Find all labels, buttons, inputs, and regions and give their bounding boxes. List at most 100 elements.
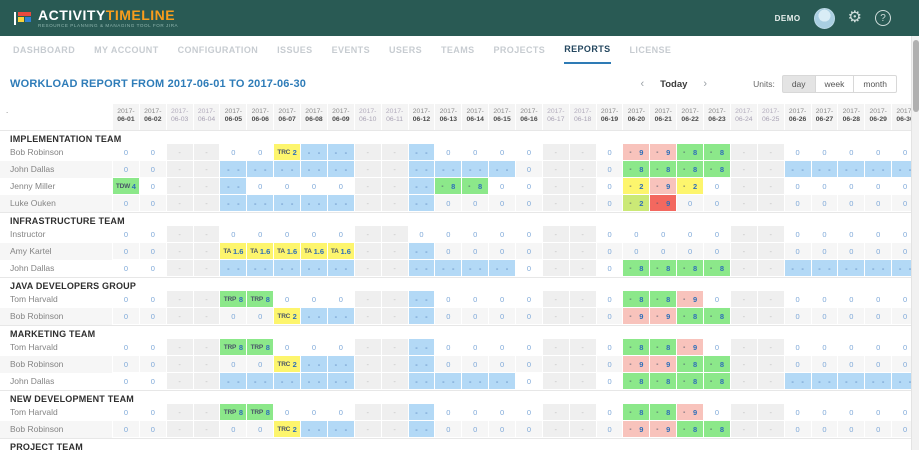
day-cell[interactable]: -- xyxy=(409,243,436,260)
day-cell[interactable]: - xyxy=(167,178,194,195)
day-cell[interactable]: 0 xyxy=(597,178,624,195)
day-cell[interactable]: - xyxy=(731,144,758,161)
day-cell[interactable]: 0 xyxy=(516,421,543,438)
day-cell[interactable]: - xyxy=(570,260,597,277)
day-cell[interactable]: - xyxy=(543,178,570,195)
day-cell[interactable]: -- xyxy=(220,260,247,277)
day-cell[interactable]: -- xyxy=(274,373,301,390)
day-cell[interactable]: - xyxy=(355,226,382,243)
day-cell[interactable]: - xyxy=(570,356,597,373)
day-cell[interactable]: -- xyxy=(328,373,355,390)
day-cell[interactable]: -9 xyxy=(677,339,704,356)
day-cell[interactable]: 0 xyxy=(435,226,462,243)
day-cell[interactable]: - xyxy=(570,421,597,438)
day-cell[interactable]: 0 xyxy=(812,144,839,161)
day-cell[interactable]: 0 xyxy=(516,356,543,373)
scrollbar-thumb[interactable] xyxy=(913,40,919,112)
day-cell[interactable]: 0 xyxy=(865,421,892,438)
day-cell[interactable]: 0 xyxy=(597,373,624,390)
day-cell[interactable]: - xyxy=(355,404,382,421)
day-cell[interactable]: - xyxy=(167,291,194,308)
day-cell[interactable]: 0 xyxy=(274,226,301,243)
day-cell[interactable]: - xyxy=(543,195,570,212)
day-cell[interactable]: 0 xyxy=(113,373,140,390)
day-cell[interactable]: 0 xyxy=(597,404,624,421)
day-cell[interactable]: - xyxy=(758,144,785,161)
day-cell[interactable]: 0 xyxy=(785,178,812,195)
day-cell[interactable]: 0 xyxy=(328,339,355,356)
day-cell[interactable]: -- xyxy=(785,373,812,390)
day-cell[interactable]: 0 xyxy=(247,356,274,373)
day-cell[interactable]: -2 xyxy=(677,178,704,195)
day-cell[interactable]: -- xyxy=(812,373,839,390)
nav-item-issues[interactable]: ISSUES xyxy=(277,37,312,63)
day-cell[interactable]: 0 xyxy=(113,339,140,356)
day-cell[interactable]: - xyxy=(194,144,221,161)
day-cell[interactable]: - xyxy=(355,291,382,308)
day-cell[interactable]: 0 xyxy=(865,226,892,243)
day-cell[interactable]: 0 xyxy=(113,226,140,243)
nav-item-events[interactable]: EVENTS xyxy=(332,37,370,63)
day-cell[interactable]: 0 xyxy=(140,404,167,421)
day-cell[interactable]: TRP8 xyxy=(247,404,274,421)
day-cell[interactable]: -9 xyxy=(623,308,650,325)
day-cell[interactable]: - xyxy=(194,243,221,260)
day-cell[interactable]: -- xyxy=(865,260,892,277)
day-cell[interactable]: -8 xyxy=(623,260,650,277)
day-cell[interactable]: 0 xyxy=(516,404,543,421)
day-cell[interactable]: - xyxy=(167,226,194,243)
day-cell[interactable]: 0 xyxy=(516,226,543,243)
day-cell[interactable]: 0 xyxy=(140,339,167,356)
day-cell[interactable]: - xyxy=(194,195,221,212)
nav-item-my-account[interactable]: MY ACCOUNT xyxy=(94,37,159,63)
nav-item-reports[interactable]: REPORTS xyxy=(564,36,610,64)
day-cell[interactable]: 0 xyxy=(301,226,328,243)
day-cell[interactable]: -9 xyxy=(650,308,677,325)
day-cell[interactable]: 0 xyxy=(409,226,436,243)
day-cell[interactable]: 0 xyxy=(597,226,624,243)
day-cell[interactable]: -- xyxy=(328,356,355,373)
day-cell[interactable]: - xyxy=(194,404,221,421)
day-cell[interactable]: TRP8 xyxy=(220,404,247,421)
day-cell[interactable]: 0 xyxy=(462,291,489,308)
day-cell[interactable]: 0 xyxy=(516,161,543,178)
day-cell[interactable]: - xyxy=(382,373,409,390)
day-cell[interactable]: -8 xyxy=(623,404,650,421)
day-cell[interactable]: - xyxy=(731,178,758,195)
day-cell[interactable]: - xyxy=(382,404,409,421)
day-cell[interactable]: 0 xyxy=(274,339,301,356)
person-name[interactable]: John Dallas xyxy=(0,260,113,277)
day-cell[interactable]: 0 xyxy=(865,178,892,195)
day-cell[interactable]: - xyxy=(543,308,570,325)
day-cell[interactable]: - xyxy=(167,356,194,373)
day-cell[interactable]: - xyxy=(758,356,785,373)
day-cell[interactable]: - xyxy=(543,226,570,243)
prev-period-chevron[interactable]: ‹ xyxy=(640,78,644,90)
day-cell[interactable]: 0 xyxy=(838,144,865,161)
nav-item-license[interactable]: LICENSE xyxy=(630,37,672,63)
day-cell[interactable]: -- xyxy=(220,178,247,195)
day-cell[interactable]: 0 xyxy=(274,178,301,195)
person-name[interactable]: Tom Harvald xyxy=(0,404,113,421)
day-cell[interactable]: - xyxy=(382,195,409,212)
day-cell[interactable]: -- xyxy=(328,308,355,325)
day-cell[interactable]: 0 xyxy=(516,178,543,195)
day-cell[interactable]: -- xyxy=(865,373,892,390)
day-cell[interactable]: TA1.6 xyxy=(220,243,247,260)
day-cell[interactable]: - xyxy=(382,339,409,356)
day-cell[interactable]: - xyxy=(731,421,758,438)
day-cell[interactable]: 0 xyxy=(516,373,543,390)
day-cell[interactable]: - xyxy=(758,226,785,243)
day-cell[interactable]: 0 xyxy=(462,421,489,438)
day-cell[interactable]: 0 xyxy=(597,243,624,260)
day-cell[interactable]: - xyxy=(194,161,221,178)
day-cell[interactable]: - xyxy=(382,161,409,178)
day-cell[interactable]: - xyxy=(731,161,758,178)
day-cell[interactable]: 0 xyxy=(489,356,516,373)
day-cell[interactable]: 0 xyxy=(113,243,140,260)
day-cell[interactable]: - xyxy=(382,356,409,373)
day-cell[interactable]: - xyxy=(543,144,570,161)
day-cell[interactable]: -8 xyxy=(704,161,731,178)
day-cell[interactable]: 0 xyxy=(462,226,489,243)
day-cell[interactable]: TRP8 xyxy=(247,339,274,356)
